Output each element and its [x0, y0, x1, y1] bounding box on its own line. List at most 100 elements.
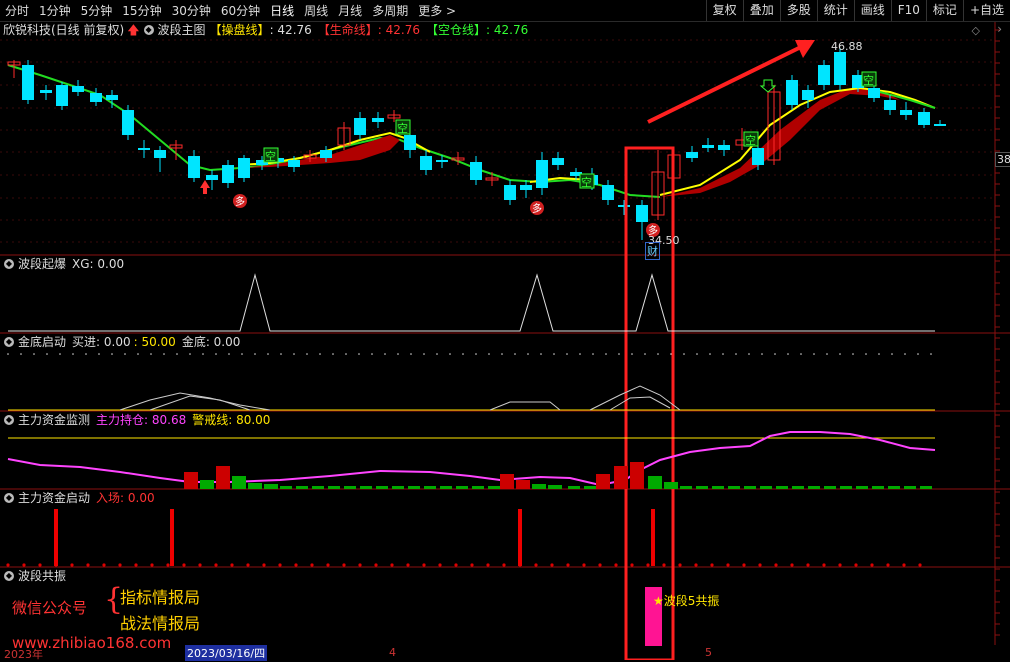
empty-marker-text: 空 — [581, 175, 592, 189]
panel4-dot — [502, 563, 506, 567]
panel4-dot — [294, 563, 298, 567]
panel1-signal-line — [8, 273, 935, 332]
up-arrow-icon: 🡅 — [127, 23, 140, 37]
panel2-dot — [111, 353, 113, 355]
panel2-dot — [904, 353, 906, 355]
panel2-dot — [722, 353, 724, 355]
panel3-header: ◆ 主力资金监测 主力持仓: 80.68 警戒线: 80.00 — [0, 412, 270, 428]
candle-body-down — [222, 165, 234, 183]
candle-body-down — [470, 162, 482, 180]
panel2-dot — [540, 353, 542, 355]
panel4-dot — [342, 563, 346, 567]
panel3-small-bar — [824, 486, 836, 489]
line2-label: 【生命线】 — [317, 23, 378, 37]
panel1-header: ◆ 波段起爆 XG: 0.00 — [0, 256, 124, 272]
panel4-dot — [662, 563, 666, 567]
panel3-small-bar — [424, 486, 436, 489]
panel2-dot — [228, 353, 230, 355]
panel2-dot — [176, 353, 178, 355]
candle-body-down — [786, 80, 798, 105]
panel3-bar — [232, 476, 246, 489]
trend-arrow-line — [647, 43, 806, 124]
line3-value: : 42.76 — [486, 23, 529, 37]
candle-body-down — [802, 90, 814, 100]
panel3-bar — [500, 474, 514, 489]
panel2-dot — [774, 353, 776, 355]
panel4-dot — [406, 563, 410, 567]
panel2-dot — [293, 353, 295, 355]
panel4-dot — [582, 563, 586, 567]
panel4-menu-icon[interactable]: ◆ — [4, 493, 14, 503]
panel4-entry-value: 入场: 0.00 — [96, 491, 155, 505]
panel5-menu-icon[interactable]: ◆ — [4, 571, 14, 581]
panel2-level-value: : 50.00 — [133, 335, 176, 349]
panel4-dot — [614, 563, 618, 567]
long-marker-text: 多 — [532, 202, 542, 215]
panel2-golden-value: 金底: 0.00 — [181, 335, 241, 349]
line2-value: : 42.76 — [377, 23, 421, 37]
candle-body-down — [320, 150, 332, 158]
panel2-dot — [787, 353, 789, 355]
panel4-dot — [310, 563, 314, 567]
panel2-dot — [657, 353, 659, 355]
panel2-dot — [46, 353, 48, 355]
panel4-dot — [550, 563, 554, 567]
candle-body-down — [420, 156, 432, 170]
chevron-right-icon[interactable]: › — [997, 22, 1002, 36]
panel2-dot — [423, 353, 425, 355]
xaxis-tick-4: 4 — [389, 646, 396, 659]
panel2-dot — [501, 353, 503, 355]
panel2-dot — [137, 353, 139, 355]
panel2-dot — [826, 353, 828, 355]
panel2-dot — [891, 353, 893, 355]
panel3-small-bar — [472, 486, 484, 489]
panel4-dot — [262, 563, 266, 567]
panel4-dot — [710, 563, 714, 567]
panel2-menu-icon[interactable]: ◆ — [4, 337, 14, 347]
panel3-small-bar — [344, 486, 356, 489]
panel4-dot — [790, 563, 794, 567]
candle-body-down — [818, 65, 830, 85]
panel2-dot — [436, 353, 438, 355]
panel3-holding-line — [7, 431, 936, 487]
kline-chart-canvas[interactable]: 空空空空空多多多 — [0, 0, 1010, 660]
candle-body-down — [636, 205, 648, 222]
panel3-menu-icon[interactable]: ◆ — [4, 415, 14, 425]
candle-body-down — [536, 160, 548, 188]
panel2-dot — [358, 353, 360, 355]
panel3-bar — [200, 480, 214, 489]
indicator-menu-icon[interactable]: ◆ — [143, 25, 154, 35]
panel2-dot — [85, 353, 87, 355]
panel2-dot — [150, 353, 152, 355]
panel2-dot — [254, 353, 256, 355]
panel2-dot — [163, 353, 165, 355]
panel3-small-bar — [856, 486, 868, 489]
panel3-bar — [184, 472, 198, 489]
main-panel-header: 欣锐科技(日线 前复权) 🡅 ◆ 波段主图 【操盘线】 : 42.76 【生命线… — [0, 22, 528, 38]
panel3-bar — [248, 483, 262, 489]
panel3-small-bar — [488, 486, 500, 489]
panel2-dot — [7, 353, 9, 355]
panel2-dot — [202, 353, 204, 355]
panel3-small-bar — [440, 486, 452, 489]
panel2-dot — [683, 353, 685, 355]
candle-body-down — [618, 205, 630, 207]
panel4-dot — [134, 563, 138, 567]
panel4-dot — [358, 563, 362, 567]
panel3-bar — [264, 484, 278, 489]
panel2-dot — [670, 353, 672, 355]
panel3-small-bar — [568, 486, 580, 489]
panel1-menu-icon[interactable]: ◆ — [4, 259, 14, 269]
panel2-dot — [618, 353, 620, 355]
panel4-entry-bar — [518, 509, 522, 566]
panel3-small-bar — [584, 486, 596, 489]
panel4-dot — [630, 563, 634, 567]
xaxis-date-cursor: 2023/03/16/四 — [185, 645, 268, 661]
panel3-bar — [548, 485, 562, 489]
panel2-dot — [345, 353, 347, 355]
panel4-dot — [150, 563, 154, 567]
panel4-dot — [822, 563, 826, 567]
panel4-dot — [742, 563, 746, 567]
panel4-dot — [886, 563, 890, 567]
diamond-icon[interactable]: ◇ — [972, 24, 980, 37]
